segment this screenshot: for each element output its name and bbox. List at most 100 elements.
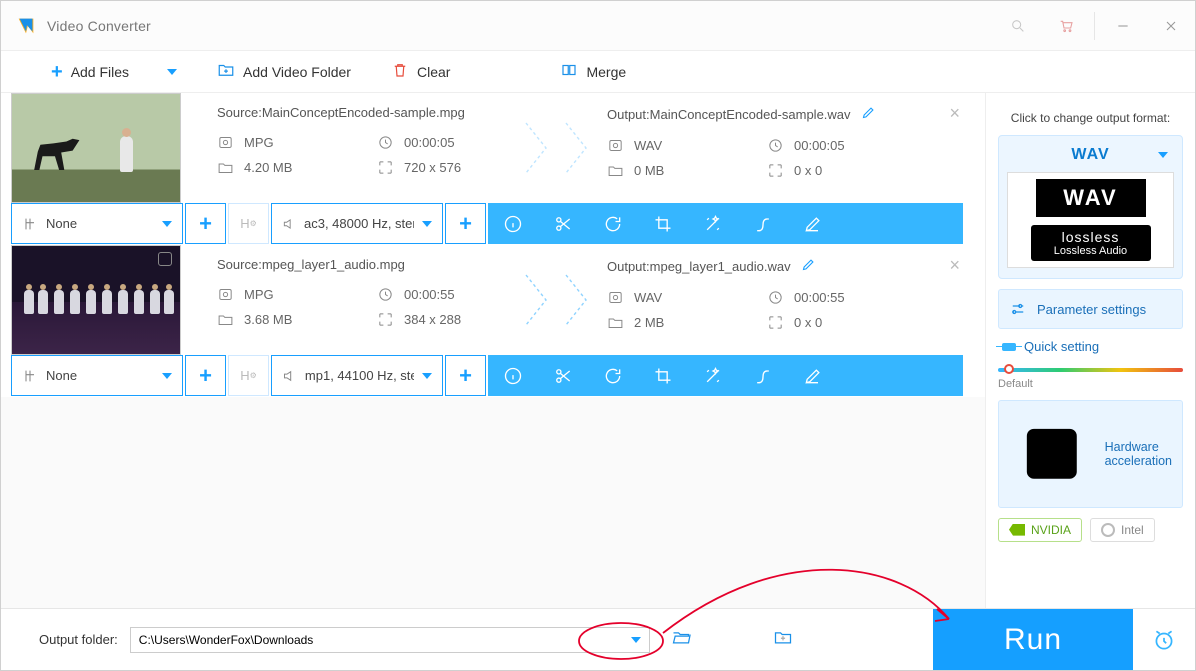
edit-icon[interactable] bbox=[788, 203, 838, 244]
output-format-box[interactable]: WAV WAV lossless Lossless Audio bbox=[998, 135, 1183, 279]
run-button[interactable]: Run bbox=[933, 609, 1133, 670]
add-subtitle-button[interactable]: + bbox=[185, 355, 226, 396]
clear-label: Clear bbox=[417, 64, 450, 80]
crop-icon[interactable] bbox=[638, 203, 688, 244]
effects-icon[interactable] bbox=[688, 355, 738, 396]
clear-button[interactable]: Clear bbox=[391, 61, 450, 82]
merge-label: Merge bbox=[586, 64, 626, 80]
add-audio-button[interactable]: + bbox=[445, 355, 486, 396]
conversion-arrow bbox=[521, 93, 591, 203]
info-icon[interactable] bbox=[488, 203, 538, 244]
format-badge: WAV bbox=[1036, 179, 1146, 217]
merge-button[interactable]: Merge bbox=[560, 61, 626, 82]
parameter-settings-button[interactable]: Parameter settings bbox=[998, 289, 1183, 329]
bottom-bar: Output folder: C:\Users\WonderFox\Downlo… bbox=[1, 608, 1195, 670]
file-row: Source: MainConceptEncoded-sample.mpg MP… bbox=[1, 93, 985, 245]
audio-track-select[interactable]: mp1, 44100 Hz, ster bbox=[271, 355, 443, 396]
output-folder-icon[interactable] bbox=[772, 627, 794, 652]
subtitle-select[interactable]: None bbox=[11, 355, 183, 396]
chevron-down-icon bbox=[631, 637, 641, 643]
item-controls: None + H⚙ ac3, 48000 Hz, stereo + bbox=[11, 203, 963, 244]
watermark-icon[interactable] bbox=[738, 355, 788, 396]
dimension-cell: 384 x 288 bbox=[377, 311, 517, 328]
duration-cell: 00:00:05 bbox=[377, 134, 517, 151]
output-path-select[interactable]: C:\Users\WonderFox\Downloads bbox=[130, 627, 650, 653]
crop-icon[interactable] bbox=[638, 355, 688, 396]
rotate-icon[interactable] bbox=[588, 203, 638, 244]
side-panel: Click to change output format: WAV WAV l… bbox=[985, 93, 1195, 610]
remove-item-button[interactable]: × bbox=[949, 103, 960, 124]
cart-icon[interactable] bbox=[1042, 2, 1090, 50]
subtitle-select[interactable]: None bbox=[11, 203, 183, 244]
add-files-label: Add Files bbox=[71, 64, 129, 80]
hardware-toggle[interactable]: H⚙ bbox=[228, 355, 269, 396]
nvidia-badge[interactable]: NVIDIA bbox=[998, 518, 1082, 542]
dimension-cell: 0 x 0 bbox=[767, 162, 907, 179]
intel-icon bbox=[1101, 523, 1115, 537]
title-bar: Video Converter bbox=[1, 1, 1195, 51]
add-subtitle-button[interactable]: + bbox=[185, 203, 226, 244]
conversion-arrow bbox=[521, 245, 591, 355]
info-icon[interactable] bbox=[488, 355, 538, 396]
format-cell: WAV bbox=[607, 289, 747, 306]
quick-setting-icon bbox=[1002, 343, 1016, 351]
add-folder-button[interactable]: Add Video Folder bbox=[217, 61, 351, 82]
empty-drop-area[interactable] bbox=[1, 397, 985, 610]
chevron-down-icon bbox=[422, 221, 432, 227]
add-audio-button[interactable]: + bbox=[445, 203, 486, 244]
app-logo-icon bbox=[15, 15, 37, 37]
duration-cell: 00:00:55 bbox=[377, 286, 517, 303]
dimension-cell: 0 x 0 bbox=[767, 314, 907, 331]
remove-item-button[interactable]: × bbox=[949, 255, 960, 276]
app-title: Video Converter bbox=[47, 18, 151, 34]
output-label: Output: MainConceptEncoded-sample.wav bbox=[591, 93, 911, 133]
hardware-accel-button[interactable]: Hardware acceleration bbox=[998, 400, 1183, 508]
slider-default-label: Default bbox=[998, 378, 1183, 390]
item-controls: None + H⚙ mp1, 44100 Hz, ster + bbox=[11, 355, 963, 396]
format-cell: MPG bbox=[217, 134, 357, 151]
effects-icon[interactable] bbox=[688, 203, 738, 244]
watermark-icon[interactable] bbox=[738, 203, 788, 244]
merge-icon bbox=[560, 61, 578, 82]
scissors-icon[interactable] bbox=[538, 203, 588, 244]
nvidia-icon bbox=[1009, 524, 1025, 536]
hardware-toggle[interactable]: H⚙ bbox=[228, 203, 269, 244]
format-preview: WAV lossless Lossless Audio bbox=[1007, 172, 1174, 268]
add-folder-label: Add Video Folder bbox=[243, 64, 351, 80]
alarm-button[interactable] bbox=[1133, 609, 1195, 670]
filesize-cell: 2 MB bbox=[607, 314, 747, 331]
video-thumbnail[interactable] bbox=[11, 93, 181, 203]
source-label: Source: MainConceptEncoded-sample.mpg bbox=[201, 93, 521, 130]
rotate-icon[interactable] bbox=[588, 355, 638, 396]
pencil-icon[interactable] bbox=[801, 257, 816, 275]
filesize-cell: 3.68 MB bbox=[217, 311, 357, 328]
minimize-button[interactable] bbox=[1099, 2, 1147, 50]
pencil-icon[interactable] bbox=[861, 105, 876, 123]
format-cell: WAV bbox=[607, 137, 747, 154]
search-icon[interactable] bbox=[994, 2, 1042, 50]
video-thumbnail[interactable] bbox=[11, 245, 181, 355]
output-folder-label: Output folder: bbox=[39, 632, 118, 647]
open-folder-button[interactable] bbox=[670, 627, 692, 652]
quality-slider[interactable]: Default bbox=[998, 368, 1183, 390]
trash-icon bbox=[391, 61, 409, 82]
dimension-cell: 720 x 576 bbox=[377, 159, 517, 176]
chevron-down-icon bbox=[1158, 152, 1168, 158]
scissors-icon[interactable] bbox=[538, 355, 588, 396]
edit-icon[interactable] bbox=[788, 355, 838, 396]
chevron-down-icon[interactable] bbox=[167, 69, 177, 75]
close-button[interactable] bbox=[1147, 2, 1195, 50]
slider-handle[interactable] bbox=[1004, 364, 1014, 374]
main-toolbar: + Add Files Add Video Folder Clear Merge bbox=[1, 51, 1195, 93]
format-hint: Click to change output format: bbox=[998, 111, 1183, 125]
format-select[interactable]: WAV bbox=[1007, 142, 1174, 172]
plus-icon: + bbox=[51, 62, 63, 82]
audio-track-select[interactable]: ac3, 48000 Hz, stereo bbox=[271, 203, 443, 244]
output-path-text: C:\Users\WonderFox\Downloads bbox=[139, 633, 314, 647]
intel-badge[interactable]: Intel bbox=[1090, 518, 1155, 542]
filesize-cell: 0 MB bbox=[607, 162, 747, 179]
chevron-down-icon bbox=[422, 373, 432, 379]
chevron-down-icon bbox=[162, 373, 172, 379]
add-files-button[interactable]: + Add Files bbox=[51, 62, 177, 82]
lossless-badge: lossless Lossless Audio bbox=[1031, 225, 1151, 261]
